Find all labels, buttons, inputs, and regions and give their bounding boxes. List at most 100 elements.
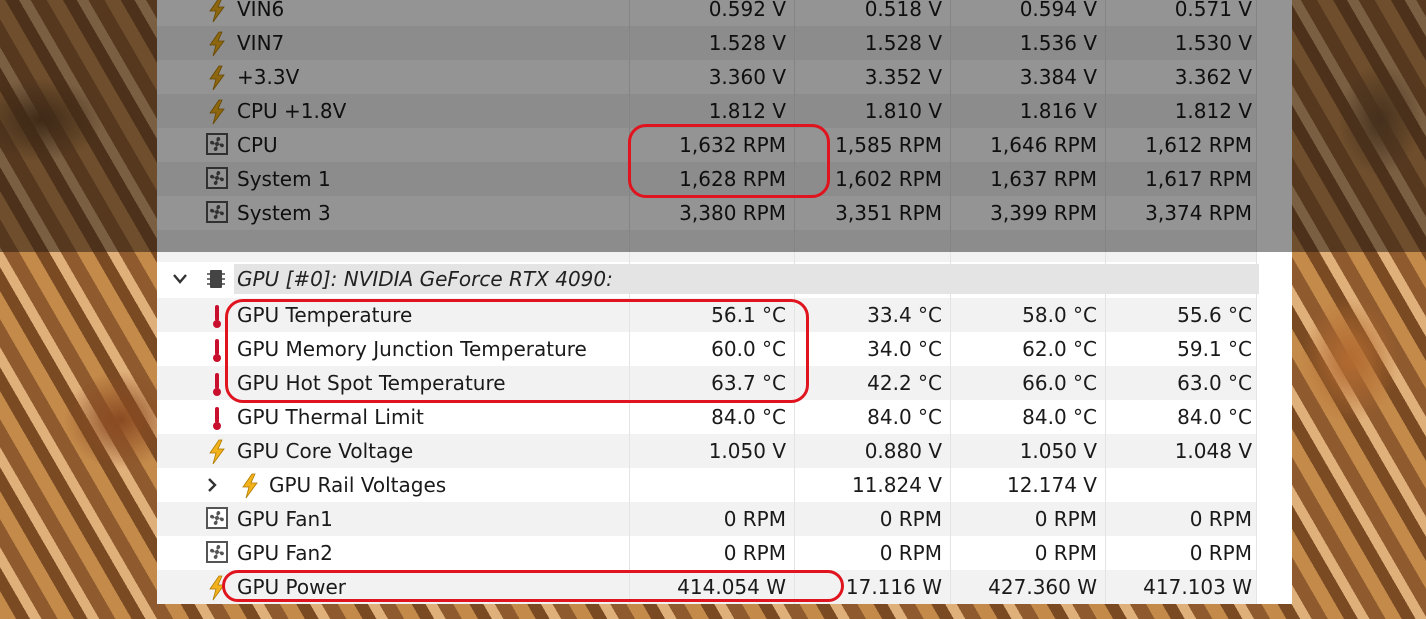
chevron-right-icon[interactable] xyxy=(203,468,221,502)
fan-icon xyxy=(204,196,230,230)
average-value: 3,374 RPM xyxy=(1145,201,1252,225)
lightning-icon xyxy=(204,94,230,128)
table-row[interactable]: CPU 1,632 RPM 1,585 RPM 1,646 RPM 1,612 RPM xyxy=(157,128,1257,162)
sensor-name: GPU Fan1 xyxy=(237,507,333,531)
min-value: 34.0 °C xyxy=(867,337,942,361)
fan-icon xyxy=(204,128,230,162)
sensor-name: VIN6 xyxy=(237,0,285,21)
thermometer-icon xyxy=(204,366,230,400)
table-row[interactable]: GPU Core Voltage 1.050 V 0.880 V 1.050 V 1.0… xyxy=(157,434,1257,468)
min-value: 1,585 RPM xyxy=(835,133,942,157)
table-row[interactable]: VIN7 1.528 V 1.528 V 1.536 V 1.530 V xyxy=(157,26,1257,60)
sensor-name: System 1 xyxy=(237,167,331,191)
gpu-group-header[interactable]: GPU [#0]: NVIDIA GeForce RTX 4090: xyxy=(157,262,1259,296)
table-row[interactable]: GPU Temperature 56.1 °C 33.4 °C 58.0 °C 55.6… xyxy=(157,298,1257,332)
average-value: 1.530 V xyxy=(1174,31,1252,55)
current-value: 1.050 V xyxy=(708,439,786,463)
average-value: 0 RPM xyxy=(1189,507,1252,531)
table-row[interactable]: CPU +1.8V 1.812 V 1.810 V 1.816 V 1.812 V xyxy=(157,94,1257,128)
average-value: 1.812 V xyxy=(1174,99,1252,123)
max-value: 0 RPM xyxy=(1034,541,1097,565)
table-row[interactable]: +3.3V 3.360 V 3.352 V 3.384 V 3.362 V xyxy=(157,60,1257,94)
lightning-icon xyxy=(204,434,230,468)
lightning-icon xyxy=(204,570,230,604)
min-value: 17.116 W xyxy=(845,575,942,599)
min-value: 33.4 °C xyxy=(867,303,942,327)
min-value: 3.352 V xyxy=(864,65,942,89)
table-row[interactable]: GPU Fan2 0 RPM 0 RPM 0 RPM 0 RPM xyxy=(157,536,1257,570)
current-value: 1,628 RPM xyxy=(679,167,786,191)
table-row[interactable]: GPU Fan1 0 RPM 0 RPM 0 RPM 0 RPM xyxy=(157,502,1257,536)
sensor-name: GPU Fan2 xyxy=(237,541,333,565)
max-value: 3,399 RPM xyxy=(990,201,1097,225)
table-row[interactable]: System 3 3,380 RPM 3,351 RPM 3,399 RPM 3,374… xyxy=(157,196,1257,230)
max-value: 58.0 °C xyxy=(1022,303,1097,327)
fan-icon xyxy=(204,502,230,536)
spacer-row xyxy=(157,230,1257,264)
sensor-name: GPU Power xyxy=(237,575,347,599)
sensor-name: GPU Rail Voltages xyxy=(269,473,447,497)
average-value: 0 RPM xyxy=(1189,541,1252,565)
table-row[interactable]: GPU Hot Spot Temperature 63.7 °C 42.2 °C 66… xyxy=(157,366,1257,400)
thermometer-icon xyxy=(204,400,230,434)
current-value: 56.1 °C xyxy=(711,303,786,327)
current-value: 0 RPM xyxy=(723,507,786,531)
sensor-name: System 3 xyxy=(237,201,331,225)
current-value: 1,632 RPM xyxy=(679,133,786,157)
min-value: 42.2 °C xyxy=(867,371,942,395)
sensor-name: GPU Temperature xyxy=(237,303,413,327)
fan-icon xyxy=(204,162,230,196)
min-value: 1,602 RPM xyxy=(835,167,942,191)
sensor-table[interactable]: VIN6 0.592 V 0.518 V 0.594 V 0.571 V VIN7 1.52… xyxy=(157,0,1292,604)
current-value: 1.812 V xyxy=(708,99,786,123)
max-value: 1.050 V xyxy=(1019,439,1097,463)
average-value xyxy=(1107,468,1252,502)
thermometer-icon xyxy=(204,332,230,366)
average-value: 0.571 V xyxy=(1174,0,1252,21)
min-value: 0 RPM xyxy=(879,507,942,531)
sensor-name: GPU Memory Junction Temperature xyxy=(237,337,587,361)
current-value: 3.360 V xyxy=(708,65,786,89)
column-separator xyxy=(950,0,951,604)
max-value: 427.360 W xyxy=(988,575,1097,599)
average-value: 417.103 W xyxy=(1143,575,1252,599)
table-row[interactable]: GPU Rail Voltages 11.824 V 12.174 V xyxy=(157,468,1257,502)
min-value: 84.0 °C xyxy=(867,405,942,429)
column-separator xyxy=(794,0,795,604)
max-value: 1,646 RPM xyxy=(990,133,1097,157)
min-value: 11.824 V xyxy=(851,473,942,497)
min-value: 0.880 V xyxy=(864,439,942,463)
table-row[interactable]: VIN6 0.592 V 0.518 V 0.594 V 0.571 V xyxy=(157,0,1257,26)
table-row[interactable]: GPU Thermal Limit 84.0 °C 84.0 °C 84.0 °C 84… xyxy=(157,400,1257,434)
max-value: 84.0 °C xyxy=(1022,405,1097,429)
chevron-down-icon[interactable] xyxy=(171,262,189,296)
average-value: 59.1 °C xyxy=(1177,337,1252,361)
max-value: 0 RPM xyxy=(1034,507,1097,531)
table-row[interactable]: GPU Power 414.054 W 17.116 W 427.360 W 417.1… xyxy=(157,570,1257,604)
column-separator xyxy=(629,0,630,604)
average-value: 84.0 °C xyxy=(1177,405,1252,429)
min-value: 0 RPM xyxy=(879,541,942,565)
sensor-name: GPU Core Voltage xyxy=(237,439,414,463)
table-row[interactable]: System 1 1,628 RPM 1,602 RPM 1,637 RPM 1,617… xyxy=(157,162,1257,196)
current-value: 0 RPM xyxy=(723,541,786,565)
current-value: 0.592 V xyxy=(708,0,786,21)
current-value xyxy=(632,468,786,502)
lightning-icon xyxy=(204,60,230,94)
sensor-name: GPU Hot Spot Temperature xyxy=(237,371,506,395)
fan-icon xyxy=(204,536,230,570)
average-value: 1.048 V xyxy=(1174,439,1252,463)
current-value: 63.7 °C xyxy=(711,371,786,395)
average-value: 55.6 °C xyxy=(1177,303,1252,327)
max-value: 62.0 °C xyxy=(1022,337,1097,361)
min-value: 0.518 V xyxy=(864,0,942,21)
sensor-name: +3.3V xyxy=(237,65,300,89)
max-value: 1.536 V xyxy=(1019,31,1097,55)
table-row[interactable]: GPU Memory Junction Temperature 60.0 °C 34… xyxy=(157,332,1257,366)
min-value: 1.528 V xyxy=(864,31,942,55)
max-value: 0.594 V xyxy=(1019,0,1097,21)
min-value: 3,351 RPM xyxy=(835,201,942,225)
min-value: 1.810 V xyxy=(864,99,942,123)
current-value: 60.0 °C xyxy=(711,337,786,361)
average-value: 1,612 RPM xyxy=(1145,133,1252,157)
